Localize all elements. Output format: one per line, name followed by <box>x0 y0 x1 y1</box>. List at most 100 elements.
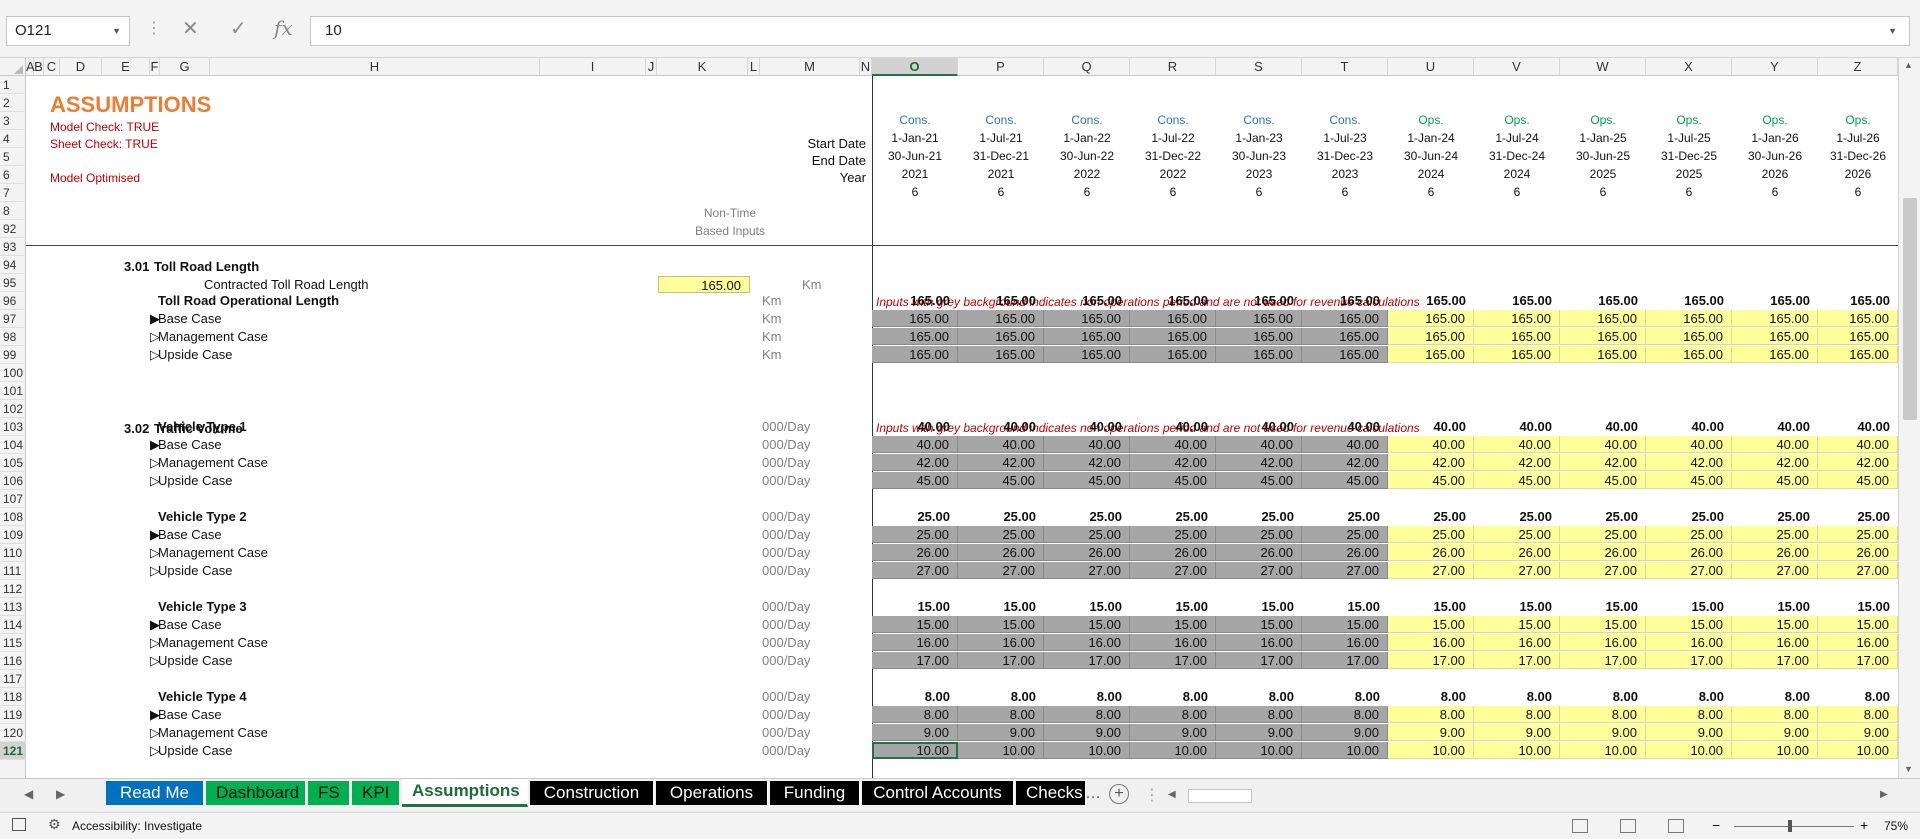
vehicle-type-3-upside-cell-y[interactable]: 17.00 <box>1732 652 1818 669</box>
accessibility-status[interactable]: Accessibility: Investigate <box>72 819 202 833</box>
sheet-tab-dashboard[interactable]: Dashboard <box>206 781 306 805</box>
vehicle-type-2-upside-cell-u[interactable]: 27.00 <box>1388 562 1474 579</box>
section-301-row-1-cell-t[interactable]: 165.00 <box>1302 310 1388 327</box>
column-header-q[interactable]: Q <box>1044 58 1130 76</box>
vehicle-type-3-base-cell-y[interactable]: 15.00 <box>1732 616 1818 633</box>
vehicle-type-4-upside-cell-o[interactable]: 10.00 <box>872 742 958 759</box>
vehicle-type-3-base-cell-w[interactable]: 15.00 <box>1560 616 1646 633</box>
vehicle-type-1-mgmt-cell-q[interactable]: 42.00 <box>1044 454 1130 471</box>
section-301-row-2-cell-w[interactable]: 165.00 <box>1560 328 1646 345</box>
vehicle-type-1-upside-cell-v[interactable]: 45.00 <box>1474 472 1560 489</box>
page-break-view-icon[interactable] <box>1668 819 1684 833</box>
section-301-row-3-cell-z[interactable]: 165.00 <box>1818 346 1898 363</box>
vehicle-type-3-base-cell-o[interactable]: 15.00 <box>872 616 958 633</box>
column-header-a[interactable]: A <box>26 58 35 76</box>
section-301-row-1-cell-x[interactable]: 165.00 <box>1646 310 1732 327</box>
zoom-out-icon[interactable]: − <box>1712 817 1720 833</box>
vehicle-type-2-base-cell-t[interactable]: 25.00 <box>1302 526 1388 543</box>
vehicle-type-1-upside-cell-r[interactable]: 45.00 <box>1130 472 1216 489</box>
scroll-right-icon[interactable]: ▶ <box>1880 789 1888 800</box>
vehicle-type-4-mgmt-cell-w[interactable]: 9.00 <box>1560 724 1646 741</box>
vehicle-type-3-mgmt-cell-r[interactable]: 16.00 <box>1130 634 1216 651</box>
row-header-111[interactable]: 111 <box>0 562 26 580</box>
row-header-8[interactable]: 8 <box>0 202 26 220</box>
vehicle-type-1-upside-cell-s[interactable]: 45.00 <box>1216 472 1302 489</box>
section-301-row-1-cell-s[interactable]: 165.00 <box>1216 310 1302 327</box>
vehicle-type-3-upside-cell-t[interactable]: 17.00 <box>1302 652 1388 669</box>
row-header-3[interactable]: 3 <box>0 112 26 130</box>
section-301-row-3-cell-v[interactable]: 165.00 <box>1474 346 1560 363</box>
vehicle-type-4-base-cell-r[interactable]: 8.00 <box>1130 706 1216 723</box>
vehicle-type-4-base-cell-s[interactable]: 8.00 <box>1216 706 1302 723</box>
vehicle-type-4-upside-cell-p[interactable]: 10.00 <box>958 742 1044 759</box>
sheet-tab-read-me[interactable]: Read Me <box>106 781 204 805</box>
vehicle-type-2-base-cell-r[interactable]: 25.00 <box>1130 526 1216 543</box>
column-header-w[interactable]: W <box>1560 58 1646 76</box>
next-sheet-icon[interactable]: ▶ <box>56 787 65 801</box>
more-sheets-icon[interactable]: … <box>1085 785 1101 803</box>
column-header-v[interactable]: V <box>1474 58 1560 76</box>
row-header-109[interactable]: 109 <box>0 526 26 544</box>
vehicle-type-2-mgmt-cell-w[interactable]: 26.00 <box>1560 544 1646 561</box>
vehicle-type-1-upside-cell-o[interactable]: 45.00 <box>872 472 958 489</box>
vehicle-type-2-mgmt-cell-v[interactable]: 26.00 <box>1474 544 1560 561</box>
vehicle-type-2-base-cell-x[interactable]: 25.00 <box>1646 526 1732 543</box>
vehicle-type-4-upside-cell-u[interactable]: 10.00 <box>1388 742 1474 759</box>
vehicle-type-2-base-cell-q[interactable]: 25.00 <box>1044 526 1130 543</box>
prev-sheet-icon[interactable]: ◀ <box>24 787 33 801</box>
vehicle-type-1-base-cell-z[interactable]: 40.00 <box>1818 436 1898 453</box>
add-sheet-icon[interactable]: + <box>1109 784 1129 804</box>
row-header-94[interactable]: 94 <box>0 256 26 274</box>
zoom-slider-knob[interactable] <box>1788 820 1792 832</box>
row-header-2[interactable]: 2 <box>0 94 26 112</box>
vehicle-type-1-mgmt-cell-u[interactable]: 42.00 <box>1388 454 1474 471</box>
vehicle-type-3-base-cell-r[interactable]: 15.00 <box>1130 616 1216 633</box>
vehicle-type-4-upside-cell-r[interactable]: 10.00 <box>1130 742 1216 759</box>
vehicle-type-4-mgmt-cell-z[interactable]: 9.00 <box>1818 724 1898 741</box>
vehicle-type-4-mgmt-cell-u[interactable]: 9.00 <box>1388 724 1474 741</box>
section-301-row-3-cell-w[interactable]: 165.00 <box>1560 346 1646 363</box>
vehicle-type-2-upside-cell-v[interactable]: 27.00 <box>1474 562 1560 579</box>
column-header-m[interactable]: M <box>760 58 860 76</box>
vehicle-type-2-base-cell-s[interactable]: 25.00 <box>1216 526 1302 543</box>
vehicle-type-4-mgmt-cell-r[interactable]: 9.00 <box>1130 724 1216 741</box>
row-header-97[interactable]: 97 <box>0 310 26 328</box>
column-header-h[interactable]: H <box>210 58 540 76</box>
more-vertical-icon[interactable]: ⋮ <box>1144 785 1160 805</box>
section-301-row-1-cell-p[interactable]: 165.00 <box>958 310 1044 327</box>
vehicle-type-1-mgmt-cell-o[interactable]: 42.00 <box>872 454 958 471</box>
sheet-tab-checks[interactable]: Checks <box>1016 781 1086 805</box>
scroll-up-icon[interactable]: ▲ <box>1904 60 1913 70</box>
row-header-92[interactable]: 92 <box>0 220 26 238</box>
vehicle-type-3-mgmt-cell-w[interactable]: 16.00 <box>1560 634 1646 651</box>
vehicle-type-1-upside-cell-y[interactable]: 45.00 <box>1732 472 1818 489</box>
vehicle-type-2-upside-cell-r[interactable]: 27.00 <box>1130 562 1216 579</box>
section-301-row-3-cell-q[interactable]: 165.00 <box>1044 346 1130 363</box>
vehicle-type-1-base-cell-p[interactable]: 40.00 <box>958 436 1044 453</box>
vehicle-type-3-mgmt-cell-s[interactable]: 16.00 <box>1216 634 1302 651</box>
section-301-row-2-cell-r[interactable]: 165.00 <box>1130 328 1216 345</box>
sheet-tab-fs[interactable]: FS <box>308 781 350 805</box>
vehicle-type-4-upside-cell-q[interactable]: 10.00 <box>1044 742 1130 759</box>
vehicle-type-3-mgmt-cell-z[interactable]: 16.00 <box>1818 634 1898 651</box>
vehicle-type-3-mgmt-cell-u[interactable]: 16.00 <box>1388 634 1474 651</box>
vehicle-type-4-upside-cell-z[interactable]: 10.00 <box>1818 742 1898 759</box>
vehicle-type-4-mgmt-cell-y[interactable]: 9.00 <box>1732 724 1818 741</box>
vehicle-type-3-base-cell-s[interactable]: 15.00 <box>1216 616 1302 633</box>
vehicle-type-3-upside-cell-r[interactable]: 17.00 <box>1130 652 1216 669</box>
vehicle-type-4-base-cell-w[interactable]: 8.00 <box>1560 706 1646 723</box>
section-301-row-2-cell-u[interactable]: 165.00 <box>1388 328 1474 345</box>
row-header-117[interactable]: 117 <box>0 670 26 688</box>
section-301-row-1-cell-q[interactable]: 165.00 <box>1044 310 1130 327</box>
vehicle-type-3-upside-cell-p[interactable]: 17.00 <box>958 652 1044 669</box>
section-301-row-2-cell-p[interactable]: 165.00 <box>958 328 1044 345</box>
vehicle-type-3-base-cell-v[interactable]: 15.00 <box>1474 616 1560 633</box>
row-header-104[interactable]: 104 <box>0 436 26 454</box>
vehicle-type-1-upside-cell-u[interactable]: 45.00 <box>1388 472 1474 489</box>
section-301-row-3-cell-o[interactable]: 165.00 <box>872 346 958 363</box>
page-layout-view-icon[interactable] <box>1620 819 1636 833</box>
vehicle-type-3-base-cell-x[interactable]: 15.00 <box>1646 616 1732 633</box>
column-header-i[interactable]: I <box>540 58 646 76</box>
horizontal-scrollbar[interactable]: ◀ ▶ <box>1160 787 1898 805</box>
column-header-u[interactable]: U <box>1388 58 1474 76</box>
